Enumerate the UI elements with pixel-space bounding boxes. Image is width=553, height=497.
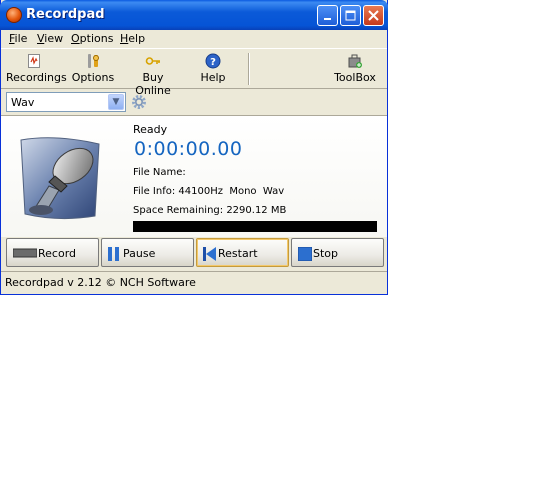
svg-text:?: ? bbox=[210, 57, 216, 68]
pause-icon bbox=[108, 247, 119, 261]
menu-options[interactable]: Options bbox=[71, 32, 113, 45]
menu-help-label: elp bbox=[128, 32, 146, 45]
toolbar-toolbox-label: ToolBox bbox=[334, 71, 376, 84]
record-label: Record bbox=[38, 247, 77, 260]
recording-state: Ready bbox=[133, 123, 168, 136]
title-bar[interactable]: Recordpad bbox=[0, 0, 388, 30]
restart-button[interactable]: Restart bbox=[196, 238, 289, 267]
options-icon bbox=[88, 54, 99, 68]
close-icon bbox=[368, 10, 379, 21]
close-button[interactable] bbox=[363, 5, 384, 26]
window-title: Recordpad bbox=[26, 7, 105, 22]
toolbox-icon bbox=[348, 54, 362, 68]
space-remaining-label: Space Remaining: bbox=[133, 205, 224, 216]
minimize-icon bbox=[323, 17, 331, 20]
status-bar: Recordpad v 2.12 © NCH Software bbox=[1, 271, 387, 293]
minimize-button[interactable] bbox=[317, 5, 338, 26]
chevron-down-icon[interactable]: ▼ bbox=[108, 94, 124, 110]
help-icon: ? bbox=[205, 53, 221, 69]
pause-label: Pause bbox=[123, 247, 156, 260]
file-name-row: File Name: bbox=[133, 167, 186, 178]
toolbar: Recordings Options Buy Online ? Help Too… bbox=[1, 48, 387, 97]
stop-button[interactable]: Stop bbox=[291, 238, 384, 267]
toolbar-separator bbox=[248, 53, 250, 85]
app-icon bbox=[6, 7, 22, 23]
toolbar-options-button[interactable]: Options bbox=[71, 51, 115, 87]
restart-label: Restart bbox=[218, 247, 258, 260]
menu-view-label: iew bbox=[44, 32, 64, 45]
toolbar-help-button[interactable]: ? Help bbox=[197, 51, 229, 87]
format-select[interactable]: Wav ▼ bbox=[6, 92, 126, 112]
version-text: Recordpad v 2.12 © NCH Software bbox=[5, 276, 196, 289]
format-bar: Wav ▼ bbox=[1, 89, 387, 115]
toolbar-options-label: Options bbox=[71, 71, 115, 84]
menu-view[interactable]: View bbox=[37, 32, 63, 45]
transport-bar: Record Pause Restart Stop bbox=[1, 237, 387, 269]
file-info-row: File Info: 44100Hz Mono Wav bbox=[133, 186, 284, 197]
key-icon bbox=[145, 57, 160, 65]
status-panel: Ready 0:00:00.00 File Name: File Info: 4… bbox=[1, 115, 387, 237]
menu-file-label: ile bbox=[14, 32, 28, 45]
recordpad-window: Recordpad File View Options Help Recordi… bbox=[0, 0, 388, 295]
menu-help[interactable]: Help bbox=[120, 32, 145, 45]
microphone-icon bbox=[20, 137, 100, 220]
record-icon bbox=[13, 248, 37, 258]
toolbar-buy-online-button[interactable]: Buy Online bbox=[125, 51, 181, 97]
file-info-value: 44100Hz Mono Wav bbox=[178, 186, 285, 197]
space-remaining-row: Space Remaining: 2290.12 MB bbox=[133, 205, 286, 216]
gear-icon[interactable] bbox=[131, 94, 147, 110]
stop-icon bbox=[298, 247, 312, 261]
recordings-icon bbox=[28, 54, 40, 68]
file-name-label: File Name: bbox=[133, 167, 186, 178]
level-meter bbox=[133, 221, 377, 232]
toolbar-toolbox-button[interactable]: ToolBox bbox=[333, 51, 377, 87]
restart-icon bbox=[203, 247, 216, 261]
menu-bar: File View Options Help bbox=[1, 30, 387, 48]
toolbar-recordings-label: Recordings bbox=[6, 71, 67, 84]
maximize-icon bbox=[345, 10, 356, 21]
format-select-value: Wav bbox=[11, 96, 35, 109]
record-button[interactable]: Record bbox=[6, 238, 99, 267]
toolbar-recordings-button[interactable]: Recordings bbox=[6, 51, 67, 87]
space-remaining-value: 2290.12 MB bbox=[226, 205, 287, 216]
file-info-label: File Info: bbox=[133, 186, 176, 197]
toolbar-help-label: Help bbox=[200, 71, 226, 84]
menu-file[interactable]: File bbox=[9, 32, 27, 45]
elapsed-time: 0:00:00.00 bbox=[134, 138, 243, 160]
menu-options-accel: O bbox=[71, 32, 80, 45]
pause-button[interactable]: Pause bbox=[101, 238, 194, 267]
menu-options-label: ptions bbox=[79, 32, 114, 45]
stop-label: Stop bbox=[313, 247, 339, 260]
maximize-button[interactable] bbox=[340, 5, 361, 26]
